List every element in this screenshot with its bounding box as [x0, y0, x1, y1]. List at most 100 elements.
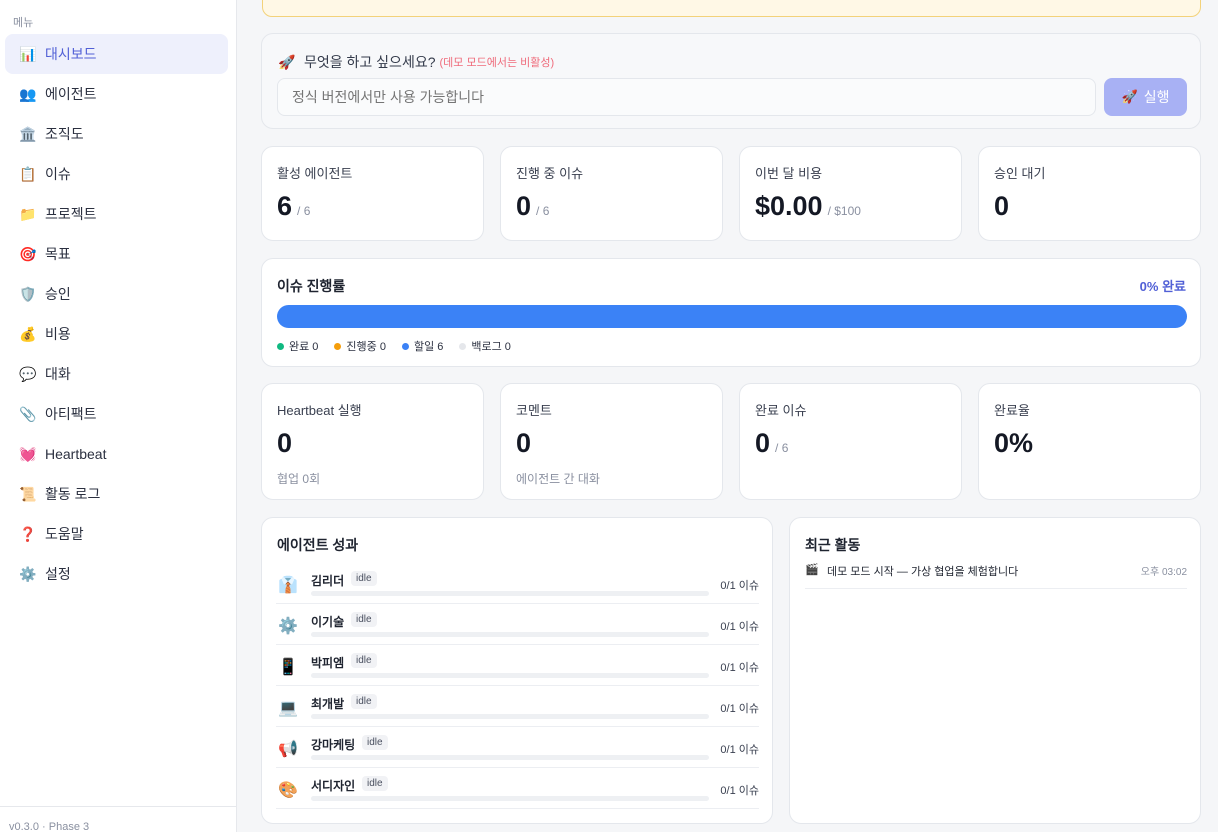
demo-mode-note: (데모 모드에서는 비활성)	[439, 57, 555, 69]
legend-label: 할일 6	[413, 341, 444, 353]
folder-icon: 📁	[19, 205, 37, 222]
sidebar-item-10[interactable]: 💓 Heartbeat	[5, 434, 228, 474]
sidebar-item-7[interactable]: 💰 비용	[5, 314, 228, 354]
money-bag-icon: 💰	[19, 325, 37, 342]
agent-progress-bar	[311, 796, 709, 801]
sidebar-item-11[interactable]: 📜 활동 로그	[5, 474, 228, 514]
agent-row[interactable]: 🎨 서디자인 idle 0/1 이슈	[276, 768, 759, 809]
stat-total: / $100	[827, 204, 861, 218]
sidebar-item-label: 목표	[45, 246, 71, 262]
recent-activity-title: 최근 활동	[805, 537, 861, 553]
agent-row[interactable]: 📱 박피엠 idle 0/1 이슈	[276, 645, 759, 686]
stat-label: 진행 중 이슈	[516, 166, 584, 181]
agent-status-badge: idle	[351, 612, 377, 627]
agent-row[interactable]: 💻 최개발 idle 0/1 이슈	[276, 686, 759, 727]
gear-icon: ⚙️	[278, 618, 298, 635]
rocket-icon: 🚀	[1121, 89, 1138, 104]
legend-item: 진행중 0	[334, 338, 386, 354]
phone-icon: 📱	[278, 659, 298, 676]
agent-progress-bar	[311, 714, 709, 719]
stat-label: 완료 이슈	[755, 403, 807, 418]
paperclip-icon: 📎	[19, 405, 37, 422]
stat-total: / 6	[775, 441, 789, 455]
agent-progress-bar	[311, 591, 709, 596]
agent-name: 최개발	[311, 697, 345, 711]
agent-issue-count: 0/1 이슈	[720, 785, 759, 797]
legend-dot	[459, 342, 467, 350]
command-input[interactable]	[277, 78, 1096, 116]
run-button[interactable]: 🚀 실행	[1104, 78, 1187, 116]
stat-label: 코멘트	[516, 403, 552, 418]
stat-note: 에이전트 간 대화	[516, 472, 600, 486]
stat-label: 승인 대기	[994, 166, 1046, 181]
progress-segment-2	[277, 305, 1187, 328]
stat-value-wrap: 0	[277, 428, 292, 459]
agent-list: 👔 김리더 idle 0/1 이슈 ⚙️ 이기술 idle 0/1 이슈 📱 박피엠 idle 0/1…	[276, 563, 759, 809]
stat-card: 이번 달 비용 $0.00 / $100	[739, 146, 962, 241]
legend-dot	[277, 342, 284, 350]
stat-card: 완료율 0%	[978, 383, 1201, 500]
stat-value-wrap: 0	[994, 191, 1009, 222]
legend-dot	[401, 342, 409, 350]
legend-label: 완료 0	[289, 341, 319, 353]
sidebar-item-6[interactable]: 🛡️ 승인	[5, 274, 228, 314]
stat-value: 0	[516, 191, 532, 221]
sidebar-item-5[interactable]: 🎯 목표	[5, 234, 228, 274]
sidebar-item-label: 승인	[45, 286, 71, 302]
issue-progress-card: 이슈 진행률 0% 완료 완료 0 진행중 0 할일 6 백로그 0	[261, 258, 1201, 367]
sidebar-item-9[interactable]: 📎 아티팩트	[5, 394, 228, 434]
building-icon: 🏛️	[19, 125, 37, 142]
stat-label: 활성 에이전트	[277, 166, 353, 181]
sidebar-item-8[interactable]: 💬 대화	[5, 354, 228, 394]
stat-value: 0%	[994, 428, 1034, 458]
sidebar-item-label: 활동 로그	[45, 486, 101, 502]
rocket-icon: 🚀	[278, 53, 296, 70]
palette-icon: 🎨	[278, 782, 298, 799]
stat-card: Heartbeat 실행 0 협업 0회	[261, 383, 484, 500]
agent-status-badge: idle	[351, 653, 377, 668]
agent-name: 이기술	[311, 615, 345, 629]
sidebar-item-4[interactable]: 📁 프로젝트	[5, 194, 228, 234]
agent-performance-title: 에이전트 성과	[277, 537, 359, 553]
activity-row[interactable]: 🎬 데모 모드 시작 — 가상 협업을 체험합니다 오후 03:02	[805, 563, 1187, 589]
sidebar-item-label: 대화	[45, 366, 71, 382]
agent-name: 강마케팅	[311, 738, 356, 752]
sidebar-item-label: 에이전트	[45, 86, 97, 102]
agent-row[interactable]: 👔 김리더 idle 0/1 이슈	[276, 563, 759, 604]
stat-value-wrap: 0%	[994, 428, 1033, 459]
question-icon: ❓	[19, 525, 37, 542]
agent-issue-count: 0/1 이슈	[720, 744, 759, 756]
agent-performance-card: 에이전트 성과 👔 김리더 idle 0/1 이슈 ⚙️ 이기술 idle 0/1 이슈 📱 박피…	[261, 517, 773, 824]
sidebar-item-1[interactable]: 👥 에이전트	[5, 74, 228, 114]
shield-icon: 🛡️	[19, 285, 37, 302]
chart-icon: 📊	[19, 45, 37, 62]
legend-label: 백로그 0	[471, 341, 511, 353]
legend-item: 할일 6	[401, 338, 444, 354]
agent-row[interactable]: ⚙️ 이기술 idle 0/1 이슈	[276, 604, 759, 645]
sidebar-item-label: 도움말	[45, 526, 84, 542]
stat-value: 0	[755, 428, 771, 458]
sidebar-item-13[interactable]: ⚙️ 설정	[5, 554, 228, 594]
progress-percent: 0% 완료	[1139, 279, 1186, 294]
gear-icon: ⚙️	[19, 565, 37, 582]
agent-status-badge: idle	[351, 694, 377, 709]
sidebar-item-0[interactable]: 📊 대시보드	[5, 34, 228, 74]
sidebar: 메뉴 📊 대시보드 👥 에이전트 🏛️ 조직도 📋 이슈 📁 프로젝트 🎯 목표 🛡️ 승인 💰 비용 💬 대화 📎…	[0, 0, 237, 832]
sidebar-item-12[interactable]: ❓ 도움말	[5, 514, 228, 554]
stat-value: $0.00	[755, 191, 823, 221]
legend-dot	[334, 342, 342, 350]
stat-label: 이번 달 비용	[755, 166, 823, 181]
heart-icon: 💓	[19, 445, 37, 462]
command-title: 🚀 무엇을 하고 싶으세요? (데모 모드에서는 비활성)	[278, 52, 554, 72]
stat-label: 완료율	[994, 403, 1030, 418]
agent-issue-count: 0/1 이슈	[720, 580, 759, 592]
agent-row[interactable]: 📢 강마케팅 idle 0/1 이슈	[276, 727, 759, 768]
sidebar-item-2[interactable]: 🏛️ 조직도	[5, 114, 228, 154]
clapperboard-icon: 🎬	[805, 564, 819, 576]
sidebar-item-3[interactable]: 📋 이슈	[5, 154, 228, 194]
sidebar-item-label: 설정	[45, 566, 71, 582]
stat-value: 0	[277, 428, 293, 458]
stat-card: 완료 이슈 0 / 6	[739, 383, 962, 500]
agent-progress-bar	[311, 632, 709, 637]
stat-value-wrap: 6 / 6	[277, 191, 310, 222]
